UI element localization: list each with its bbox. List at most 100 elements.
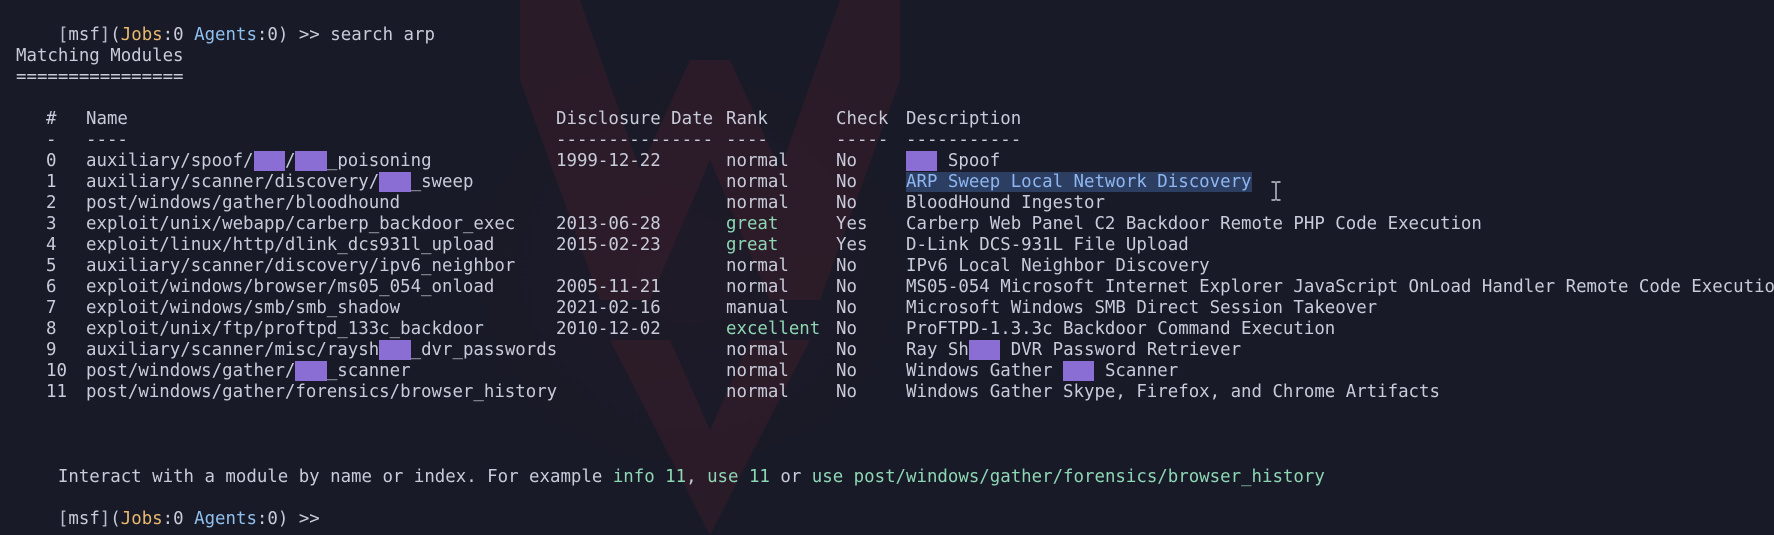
table-header-separator: - ---- --------------- ---- ----- ------…	[16, 130, 1021, 151]
check: No	[836, 340, 857, 360]
prompt-paren-open: (	[110, 509, 121, 529]
prompt-bracket-close: ]	[99, 25, 111, 45]
separator-check: -----	[836, 130, 889, 150]
disclosure-date: 2021-02-16	[556, 298, 661, 318]
description-text: D-Link DCS-931L File Upload	[906, 235, 1189, 255]
disclosure-date: 2005-11-21	[556, 277, 661, 297]
check: No	[836, 277, 857, 297]
module-name-text: /	[284, 151, 296, 171]
check: No	[836, 361, 857, 381]
module-name-text: exploit/unix/webapp/carberp_backdoor_exe…	[86, 214, 516, 234]
description: ARP Spoof	[906, 151, 1000, 172]
module-name-text: auxiliary/scanner/misc/raysh	[86, 340, 380, 360]
module-name-text: _sweep	[410, 172, 474, 192]
disclosure-date: 1999-12-22	[556, 151, 661, 171]
module-name-text: exploit/linux/http/dlink_dcs931l_upload	[86, 235, 495, 255]
prompt-paren-close: )	[277, 25, 289, 45]
rank: normal	[726, 151, 789, 171]
check: No	[836, 151, 857, 171]
description-text: Ray Sh	[906, 340, 969, 360]
table-header: # Name Disclosure Date Rank Check Descri…	[16, 109, 1021, 130]
module-name-text: post/windows/gather/forensics/browser_hi…	[86, 382, 558, 402]
module-name-text: post/windows/gather/	[86, 361, 296, 381]
search-match-highlight: arp	[379, 340, 411, 360]
description-text: ProFTPD-1.3.3c Backdoor Command Executio…	[906, 319, 1336, 339]
description: ProFTPD-1.3.3c Backdoor Command Executio…	[906, 319, 1335, 340]
prompt-app-name: msf	[68, 509, 100, 529]
prompt-paren-close: )	[277, 509, 289, 529]
module-name: exploit/unix/webapp/carberp_backdoor_exe…	[86, 214, 515, 235]
hint-example-info: info 11	[612, 467, 687, 487]
rank: normal	[726, 277, 789, 297]
disclosure-date: 2010-12-02	[556, 319, 661, 339]
module-name: exploit/linux/http/dlink_dcs931l_upload	[86, 235, 494, 256]
module-name: auxiliary/scanner/discovery/ipv6_neighbo…	[86, 256, 515, 277]
description-text: MS05-054 Microsoft Internet Explorer Jav…	[906, 277, 1774, 297]
hint-comma: ,	[686, 467, 708, 487]
prompt-jobs-value: :0	[162, 25, 184, 45]
module-name-text: _poisoning	[326, 151, 432, 171]
row-number: 2	[46, 193, 57, 213]
row-number: 6	[46, 277, 57, 297]
prompt-bracket-open: [	[57, 25, 69, 45]
module-name: auxiliary/scanner/misc/raysharp_dvr_pass…	[86, 340, 557, 361]
description: Carberp Web Panel C2 Backdoor Remote PHP…	[906, 214, 1482, 235]
module-name-text: exploit/windows/browser/ms05_054_onload	[86, 277, 495, 297]
column-header-rank: Rank	[726, 109, 768, 129]
section-heading: Matching Modules	[16, 46, 184, 66]
search-match-highlight: arp	[968, 340, 1001, 360]
module-name-text: auxiliary/scanner/discovery/	[86, 172, 380, 192]
check: Yes	[836, 214, 868, 234]
typed-command: search arp	[330, 25, 435, 45]
search-match-highlight: arp	[295, 151, 327, 171]
description-text: IPv6 Local Neighbor Discovery	[906, 256, 1210, 276]
rank: normal	[726, 172, 789, 192]
description: D-Link DCS-931L File Upload	[906, 235, 1189, 256]
module-name-text: exploit/unix/ftp/proftpd_133c_backdoor	[86, 319, 484, 339]
module-name: post/windows/gather/arp_scanner	[86, 361, 411, 382]
prompt-app-name: msf	[68, 25, 100, 45]
description: MS05-054 Microsoft Internet Explorer Jav…	[906, 277, 1774, 298]
module-name-text: _scanner	[326, 361, 411, 381]
description-text: Windows Gather	[906, 361, 1064, 381]
column-header-number: #	[46, 109, 57, 129]
description-text: Spoof	[937, 151, 1001, 171]
module-name-text: exploit/windows/smb/smb_shadow	[86, 298, 401, 318]
rank: normal	[726, 382, 789, 402]
description: IPv6 Local Neighbor Discovery	[906, 256, 1210, 277]
column-header-description: Description	[906, 109, 1022, 129]
description-text: Carberp Web Panel C2 Backdoor Remote PHP…	[906, 214, 1482, 234]
row-number: 3	[46, 214, 57, 234]
terminal-window[interactable]: [msf](Jobs:0 Agents:0) >> search arp Mat…	[0, 0, 1774, 535]
description-text: Microsoft Windows SMB Direct Session Tak…	[906, 298, 1378, 318]
row-number: 4	[46, 235, 57, 255]
input-prompt-line[interactable]: [msf](Jobs:0 Agents:0) >>	[16, 488, 330, 529]
prompt-paren-open: (	[110, 25, 121, 45]
search-match-highlight: arp	[295, 361, 327, 381]
hint-prefix: Interact with a module by name or index.…	[57, 467, 613, 487]
row-number: 11	[46, 382, 67, 402]
search-match-highlight: ARP	[1063, 361, 1095, 381]
check: No	[836, 172, 857, 192]
description-text: Windows Gather Skype, Firefox, and Chrom…	[906, 382, 1440, 402]
description: ARP Sweep Local Network Discovery	[906, 172, 1252, 193]
rank: great	[726, 235, 779, 255]
description: Microsoft Windows SMB Direct Session Tak…	[906, 298, 1377, 319]
prompt-bracket-close: ]	[99, 509, 111, 529]
prompt-arrow: >>	[288, 509, 331, 529]
hint-example-use-index: use 11	[707, 467, 770, 487]
prompt-bracket-open: [	[57, 509, 69, 529]
module-name-text: auxiliary/scanner/discovery/ipv6_neighbo…	[86, 256, 516, 276]
text-cursor-ibeam-icon	[1271, 181, 1281, 201]
rank: normal	[726, 361, 789, 381]
module-name-text: post/windows/gather/bloodhound	[86, 193, 401, 213]
check: Yes	[836, 235, 868, 255]
description: Windows Gather Skype, Firefox, and Chrom…	[906, 382, 1440, 403]
description-text: Scanner	[1094, 361, 1179, 381]
separator-number: -	[46, 130, 57, 150]
row-number: 1	[46, 172, 57, 192]
rank: normal	[726, 193, 789, 213]
rank: manual	[726, 298, 789, 318]
rank: normal	[726, 256, 789, 276]
hint-example-use-path: use post/windows/gather/forensics/browse…	[811, 467, 1325, 487]
